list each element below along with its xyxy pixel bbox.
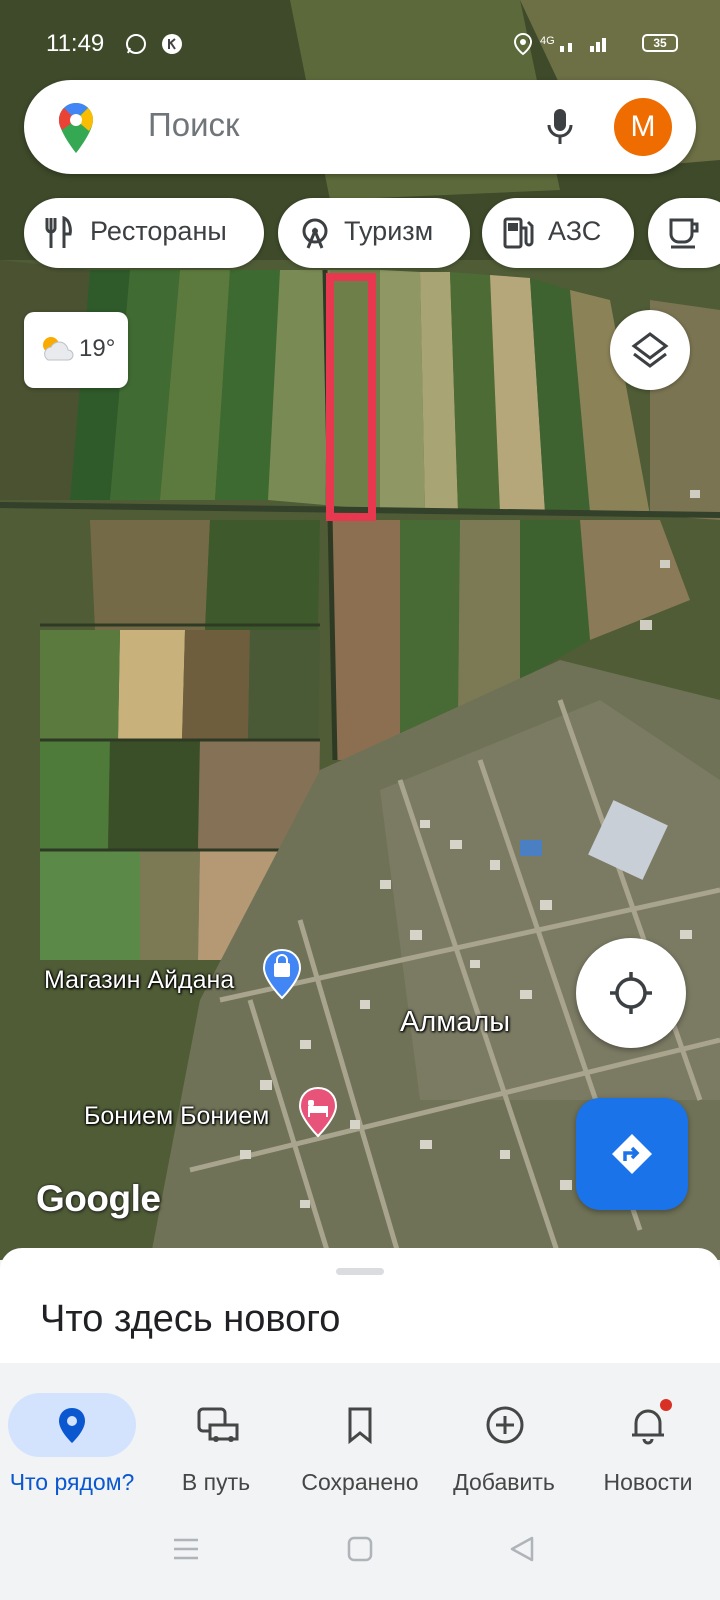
nav-label: В путь — [181, 1469, 251, 1495]
google-attribution: Google — [36, 1178, 161, 1219]
search-input[interactable]: Поиск — [148, 106, 239, 144]
my-location-button[interactable] — [576, 938, 686, 1048]
bottom-sheet[interactable]: Что здесь нового — [0, 1248, 720, 1363]
signal-4g-icon: 4G — [540, 35, 606, 52]
recents-icon[interactable] — [172, 1535, 200, 1563]
directions-button[interactable] — [576, 1098, 688, 1210]
chip-label: АЗС — [548, 216, 602, 246]
place-name: Магазин Айдана — [44, 966, 235, 994]
nav-tab-updates[interactable]: Новости — [576, 1383, 720, 1505]
chip-gas-stations[interactable]: АЗС — [482, 198, 634, 268]
bookmark-icon — [348, 1407, 372, 1445]
village-name: Алмалы — [400, 1006, 511, 1038]
back-icon[interactable] — [508, 1535, 536, 1563]
shopping-bag-icon[interactable] — [262, 948, 302, 1005]
battery-icon: 35 — [642, 34, 678, 52]
google-maps-logo-icon — [59, 103, 93, 153]
weather-temperature: 19° — [79, 335, 116, 362]
tourism-icon — [302, 218, 328, 249]
place-name: Бонием Бонием — [84, 1102, 270, 1130]
partly-cloudy-icon — [43, 337, 74, 361]
place-label-shop[interactable]: Магазин Айдана — [44, 966, 234, 995]
add-circle-icon — [486, 1406, 524, 1444]
satellite-terrain — [0, 0, 720, 1260]
explore-pin-icon — [59, 1408, 85, 1443]
cafe-icon — [669, 218, 699, 249]
nav-tab-explore[interactable]: Что рядом? — [0, 1383, 144, 1505]
notification-app-icon — [162, 34, 182, 54]
satellite-map[interactable]: Магазин Айдана Алмалы Бонием Бонием Goog… — [0, 0, 720, 1260]
nav-label: Что рядом? — [9, 1469, 135, 1495]
drag-handle[interactable] — [336, 1268, 384, 1275]
bell-icon — [632, 1409, 664, 1445]
nav-label: Сохранено — [301, 1469, 419, 1495]
chip-tourism[interactable]: Туризм — [278, 198, 470, 268]
avatar[interactable]: M — [614, 98, 672, 156]
place-label-village[interactable]: Алмалы — [400, 1006, 510, 1039]
chip-cafe[interactable] — [648, 198, 720, 268]
nav-label: Новости — [603, 1469, 693, 1495]
chip-label: Рестораны — [90, 216, 227, 246]
svg-text:4G: 4G — [540, 35, 555, 47]
system-navigation-bar — [0, 1505, 720, 1600]
gas-station-icon — [503, 217, 534, 249]
nav-label: Добавить — [453, 1469, 555, 1495]
sheet-title: Что здесь нового — [40, 1298, 341, 1340]
location-icon — [513, 32, 533, 56]
commute-icon — [197, 1407, 239, 1442]
microphone-icon[interactable] — [546, 107, 574, 147]
nav-tab-saved[interactable]: Сохранено — [288, 1383, 432, 1505]
restaurant-icon — [45, 216, 72, 248]
chip-label: Туризм — [344, 216, 434, 246]
notification-badge — [660, 1399, 672, 1411]
layers-icon — [631, 332, 669, 368]
nav-tab-contribute[interactable]: Добавить — [432, 1383, 576, 1505]
directions-icon — [612, 1134, 652, 1174]
search-bar[interactable]: Поиск M — [24, 80, 696, 174]
status-bar: 11:49 4G 35 — [0, 0, 720, 74]
weather-chip[interactable]: 19° — [24, 312, 128, 388]
bottom-navigation: Что рядом? В путь Сохранено Добавить Нов… — [0, 1383, 720, 1505]
crosshair-icon — [610, 972, 652, 1014]
layers-button[interactable] — [610, 310, 690, 390]
status-time: 11:49 — [46, 30, 105, 57]
chip-restaurants[interactable]: Рестораны — [24, 198, 264, 268]
whatsapp-icon — [126, 34, 146, 54]
nav-tab-commute[interactable]: В путь — [144, 1383, 288, 1505]
home-icon[interactable] — [346, 1535, 374, 1563]
place-label-hotel[interactable]: Бонием Бонием — [84, 1102, 269, 1131]
hotel-bed-icon[interactable] — [298, 1086, 338, 1143]
